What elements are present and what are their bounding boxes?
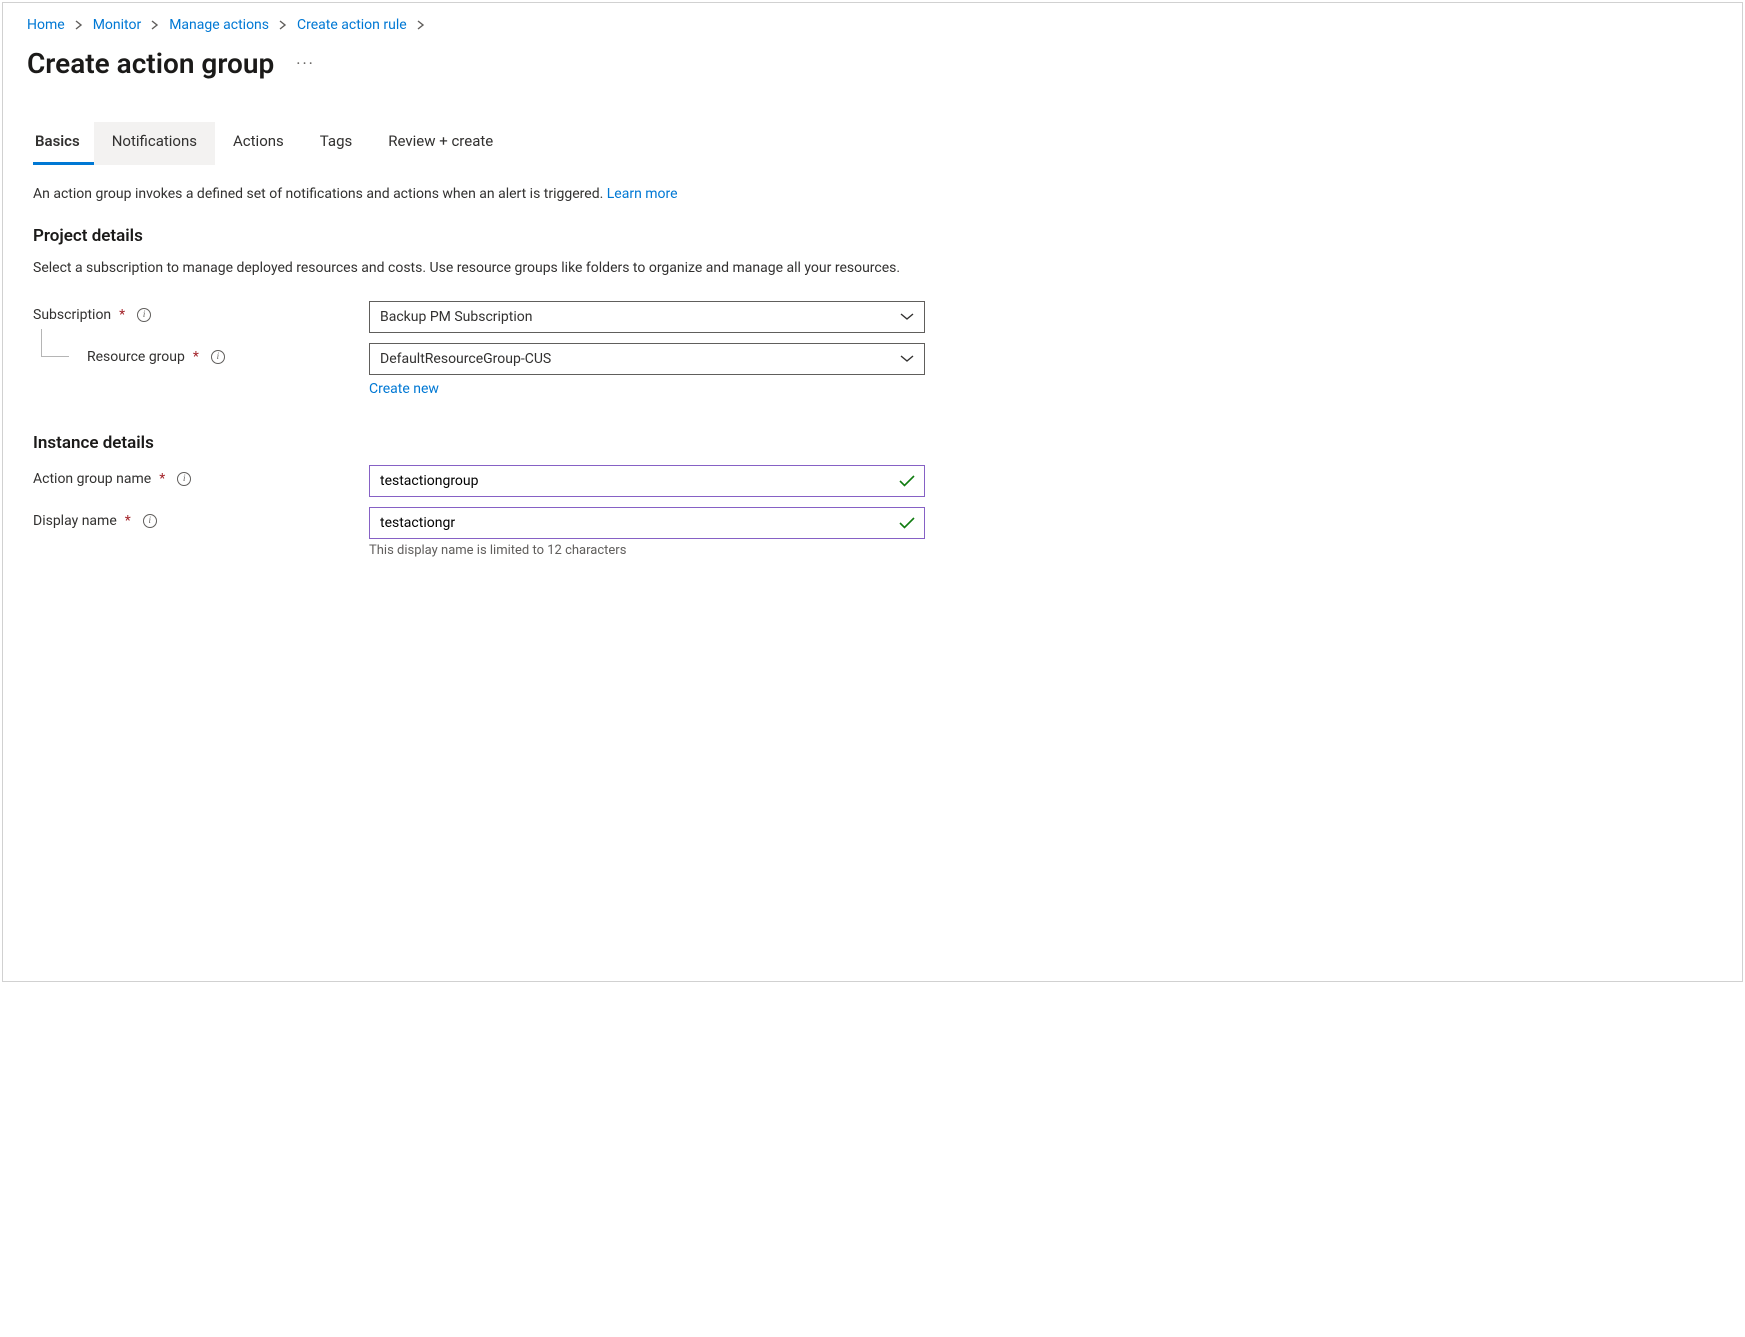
project-details-desc: Select a subscription to manage deployed… [33,258,933,278]
checkmark-icon [899,474,915,488]
display-name-input[interactable] [369,507,925,539]
required-asterisk: * [125,513,131,529]
tree-elbow-icon [41,329,69,357]
intro-text-body: An action group invokes a defined set of… [33,186,607,202]
display-name-helper: This display name is limited to 12 chara… [369,543,925,558]
chevron-down-icon [900,354,914,364]
info-icon[interactable]: i [137,308,151,322]
resource-group-value: DefaultResourceGroup-CUS [380,351,551,367]
resource-group-label: Resource group [87,349,185,365]
learn-more-link[interactable]: Learn more [607,186,678,202]
breadcrumb-create-action-rule[interactable]: Create action rule [297,17,407,33]
info-icon[interactable]: i [211,350,225,364]
chevron-right-icon [417,20,425,30]
page-title: Create action group [27,47,274,80]
subscription-label: Subscription [33,307,111,323]
intro-text: An action group invokes a defined set of… [33,184,933,204]
tab-notifications[interactable]: Notifications [94,122,215,165]
create-new-link[interactable]: Create new [369,381,439,397]
breadcrumb-manage-actions[interactable]: Manage actions [169,17,269,33]
chevron-down-icon [900,312,914,322]
chevron-right-icon [151,20,159,30]
tab-actions[interactable]: Actions [215,122,302,165]
required-asterisk: * [159,471,165,487]
action-group-name-input[interactable] [369,465,925,497]
instance-details-heading: Instance details [33,433,1718,453]
tab-basics[interactable]: Basics [33,122,94,165]
checkmark-icon [899,516,915,530]
info-icon[interactable]: i [177,472,191,486]
more-actions-icon[interactable]: ··· [292,50,319,77]
breadcrumb-monitor[interactable]: Monitor [93,17,142,33]
info-icon[interactable]: i [143,514,157,528]
resource-group-select[interactable]: DefaultResourceGroup-CUS [369,343,925,375]
tabs: Basics Notifications Actions Tags Review… [33,122,1718,166]
action-group-name-label: Action group name [33,471,151,487]
tab-tags[interactable]: Tags [302,122,370,165]
project-details-heading: Project details [33,226,1718,246]
chevron-right-icon [75,20,83,30]
breadcrumb-home[interactable]: Home [27,17,65,33]
chevron-right-icon [279,20,287,30]
breadcrumb: Home Monitor Manage actions Create actio… [27,17,1718,33]
subscription-value: Backup PM Subscription [380,309,533,325]
display-name-label: Display name [33,513,117,529]
required-asterisk: * [119,307,125,323]
subscription-select[interactable]: Backup PM Subscription [369,301,925,333]
tab-review-create[interactable]: Review + create [370,122,511,165]
required-asterisk: * [193,349,199,365]
